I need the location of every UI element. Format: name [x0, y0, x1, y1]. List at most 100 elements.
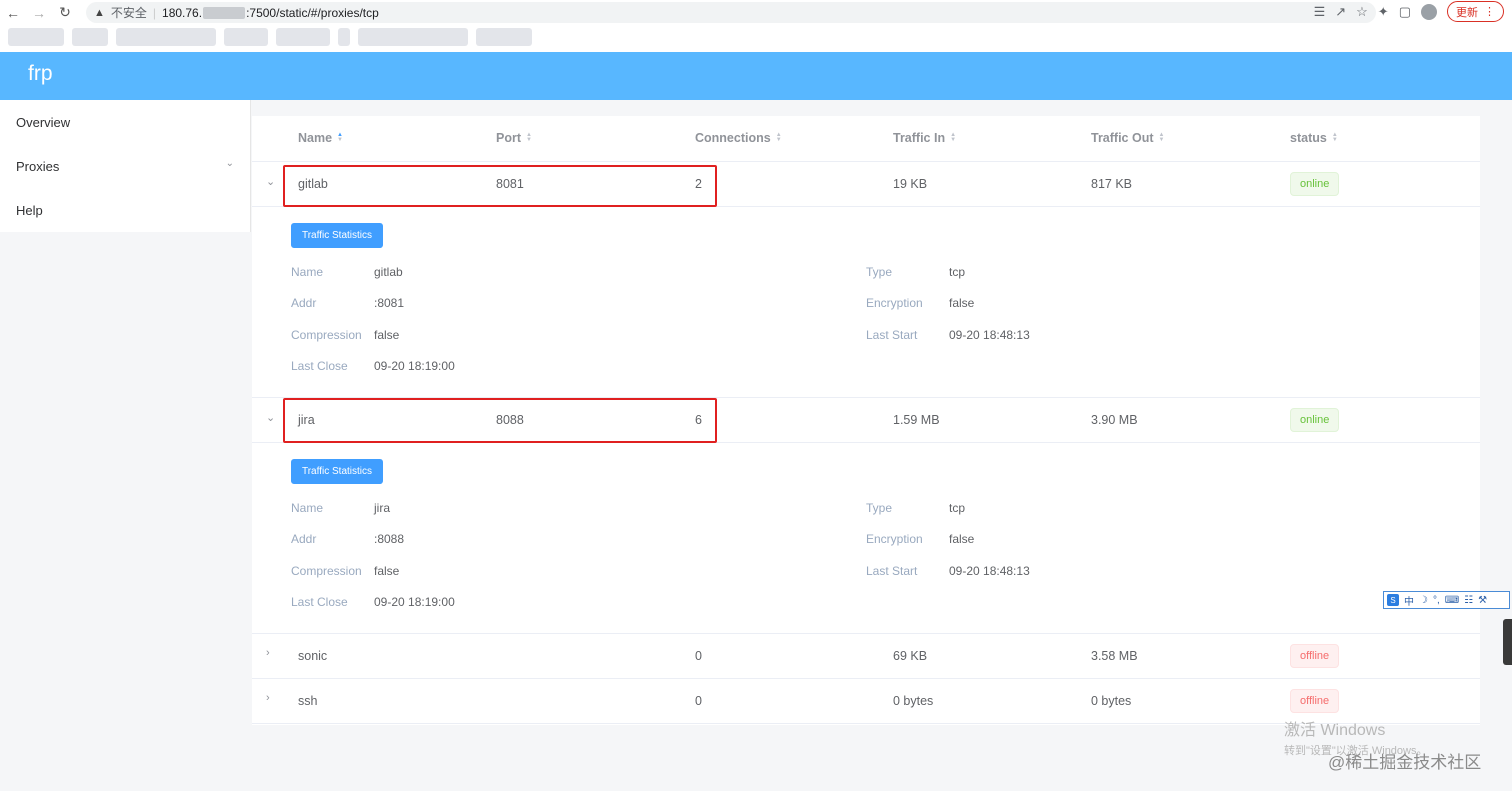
- status-badge: offline: [1290, 644, 1340, 668]
- detail-value: tcp: [949, 501, 966, 515]
- translate-icon[interactable]: ☰: [1314, 4, 1326, 20]
- detail-value: 09-20 18:19:00: [374, 595, 455, 609]
- sort-icon[interactable]: ▲ ▼: [1332, 132, 1338, 143]
- sort-icon[interactable]: ▲ ▼: [337, 132, 343, 143]
- detail-value: gitlab: [374, 265, 403, 279]
- address-bar[interactable]: ▲ 不安全 | 180.76. :7500/static/#/proxies/t…: [86, 2, 1376, 23]
- side-handle[interactable]: [1503, 619, 1512, 665]
- ime-language[interactable]: 中: [1404, 593, 1414, 608]
- source-credit: @稀土掘金技术社区: [1328, 753, 1482, 772]
- forward-icon[interactable]: →: [26, 0, 52, 25]
- bookmark-item[interactable]: [8, 28, 64, 46]
- table-row[interactable]: › sonic 0 69 KB 3.58 MB offline: [252, 634, 1480, 679]
- status-badge: offline: [1290, 689, 1340, 713]
- detail-label: Type: [866, 265, 893, 279]
- detail-label: Addr: [291, 296, 317, 310]
- sort-icon[interactable]: ▲ ▼: [1159, 132, 1165, 143]
- proxy-detail: Traffic Statistics Name jira Type tcp Ad…: [252, 443, 1480, 634]
- status-badge: online: [1290, 172, 1340, 196]
- chevron-right-icon[interactable]: ›: [266, 692, 270, 704]
- toolbar-actions: ☰ ↗ ☆ ✦ ▢ 更新 ⋮: [1314, 1, 1504, 22]
- browser-chrome: ← → ↻ ▲ 不安全 | 180.76. :7500/static/#/pro…: [0, 0, 1512, 52]
- proxies-table: Name ▲ ▼ Port ▲ ▼ Connections ▲ ▼ Traffic I…: [252, 116, 1480, 725]
- proxy-name: ssh: [298, 694, 318, 708]
- chevron-right-icon[interactable]: ›: [266, 647, 270, 659]
- browser-toolbar: ← → ↻ ▲ 不安全 | 180.76. :7500/static/#/pro…: [0, 0, 1512, 25]
- sidebar-item-overview[interactable]: Overview: [0, 100, 250, 144]
- sidebar-item-help[interactable]: Help: [0, 188, 250, 232]
- proxy-connections: 0: [695, 649, 702, 663]
- sort-icon[interactable]: ▲ ▼: [776, 132, 782, 143]
- share-icon[interactable]: ↗: [1335, 4, 1346, 20]
- highlight-box: [283, 398, 717, 443]
- detail-value: 09-20 18:19:00: [374, 359, 455, 373]
- column-header-name[interactable]: Name ▲ ▼: [298, 131, 343, 145]
- column-header-traffic-out[interactable]: Traffic Out ▲ ▼: [1091, 131, 1164, 145]
- detail-value: :8088: [374, 532, 405, 546]
- app-header: frp: [0, 52, 1512, 100]
- proxy-traffic-in: 69 KB: [893, 649, 928, 663]
- bookmark-item[interactable]: [338, 28, 350, 46]
- bookmarks-bar: [8, 28, 532, 46]
- bookmark-item[interactable]: [276, 28, 330, 46]
- proxy-traffic-in: 1.59 MB: [893, 413, 940, 427]
- update-label: 更新: [1456, 6, 1478, 19]
- detail-value: 09-20 18:48:13: [949, 564, 1030, 578]
- back-icon[interactable]: ←: [0, 0, 26, 25]
- grid-icon[interactable]: ☷: [1464, 595, 1473, 606]
- proxy-connections: 0: [695, 694, 702, 708]
- side-panel-icon[interactable]: ▢: [1399, 4, 1411, 20]
- proxy-detail: Traffic Statistics Name gitlab Type tcp …: [252, 207, 1480, 398]
- update-button[interactable]: 更新 ⋮: [1447, 1, 1504, 22]
- profile-avatar[interactable]: [1421, 3, 1437, 20]
- wrench-icon[interactable]: ⚒: [1478, 595, 1487, 606]
- sidebar-item-label: Proxies: [16, 158, 60, 174]
- bookmark-item[interactable]: [224, 28, 268, 46]
- traffic-statistics-button[interactable]: Traffic Statistics: [291, 459, 383, 484]
- column-header-connections[interactable]: Connections ▲ ▼: [695, 131, 782, 145]
- brand-logo[interactable]: frp: [28, 62, 53, 86]
- punctuation-icon[interactable]: °,: [1433, 595, 1440, 606]
- detail-label: Last Close: [291, 595, 348, 609]
- column-header-port[interactable]: Port ▲ ▼: [496, 131, 532, 145]
- detail-label: Compression: [291, 328, 362, 342]
- security-label: 不安全: [110, 6, 147, 20]
- detail-value: false: [949, 296, 975, 310]
- detail-value: false: [949, 532, 975, 546]
- proxy-traffic-out: 817 KB: [1091, 177, 1133, 191]
- detail-value: :8081: [374, 296, 405, 310]
- proxy-traffic-in: 0 bytes: [893, 694, 934, 708]
- table-header: Name ▲ ▼ Port ▲ ▼ Connections ▲ ▼ Traffic I…: [252, 116, 1480, 162]
- bookmark-star-icon[interactable]: ☆: [1356, 4, 1368, 20]
- proxy-name: sonic: [298, 649, 328, 663]
- detail-value: false: [374, 328, 400, 342]
- detail-value: false: [374, 564, 400, 578]
- sort-icon[interactable]: ▲ ▼: [950, 132, 956, 143]
- proxy-traffic-out: 0 bytes: [1091, 694, 1132, 708]
- detail-label: Addr: [291, 532, 317, 546]
- chevron-down-icon[interactable]: ⌄: [266, 411, 275, 424]
- extensions-icon[interactable]: ✦: [1378, 4, 1389, 20]
- bookmark-item[interactable]: [476, 28, 532, 46]
- ime-toolbar[interactable]: S 中 ☽ °, ⌨ ☷ ⚒: [1383, 591, 1510, 609]
- column-header-status[interactable]: status ▲ ▼: [1290, 131, 1338, 145]
- bookmark-item[interactable]: [358, 28, 468, 46]
- sort-icon[interactable]: ▲ ▼: [526, 132, 532, 143]
- detail-label: Compression: [291, 564, 362, 578]
- divider: |: [152, 5, 157, 20]
- moon-icon[interactable]: ☽: [1419, 595, 1428, 606]
- detail-label: Type: [866, 501, 893, 515]
- url-prefix: 180.76.: [162, 5, 203, 20]
- status-badge: online: [1290, 408, 1340, 432]
- chevron-down-icon[interactable]: ⌄: [266, 175, 275, 188]
- bookmark-item[interactable]: [116, 28, 216, 46]
- reload-icon[interactable]: ↻: [52, 0, 78, 25]
- column-header-traffic-in[interactable]: Traffic In ▲ ▼: [893, 131, 956, 145]
- detail-label: Name: [291, 265, 324, 279]
- traffic-statistics-button[interactable]: Traffic Statistics: [291, 223, 383, 248]
- sidebar-item-proxies[interactable]: Proxies ⌄: [0, 144, 250, 188]
- detail-value: tcp: [949, 265, 966, 279]
- keyboard-icon[interactable]: ⌨: [1445, 595, 1459, 606]
- detail-label: Encryption: [866, 296, 923, 310]
- bookmark-item[interactable]: [72, 28, 108, 46]
